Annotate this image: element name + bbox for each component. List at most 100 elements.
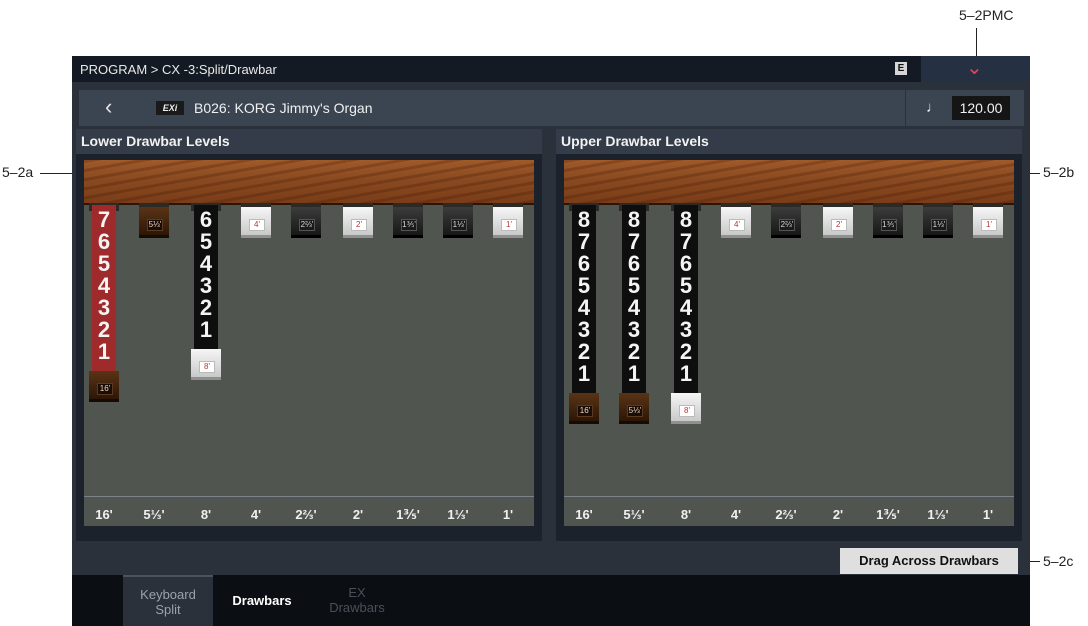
drawbar-knob[interactable]: 1⅓' (443, 207, 473, 238)
drawbar-number: 1 (199, 317, 213, 342)
tempo-box: ♩ 120.00 (905, 90, 1024, 126)
e-badge: E (895, 62, 907, 75)
drawbar-number: 7 (577, 229, 591, 254)
tempo-field[interactable]: 120.00 (952, 96, 1010, 120)
drawbar-number: 6 (577, 251, 591, 276)
callout-5-2a: 5–2a (2, 164, 34, 180)
wood-rail (84, 160, 534, 205)
footage-label: 2' (352, 507, 364, 522)
knob-footage-label: 1' (981, 219, 997, 231)
knob-footage-label: 5⅓' (147, 219, 163, 231)
drawbar-knob[interactable]: 5⅓' (619, 393, 649, 424)
drawbar-knob[interactable]: 2' (823, 207, 853, 238)
chevron-down-icon: ⌄ (966, 57, 983, 79)
callout-5-2pmc: 5–2PMC (959, 7, 1014, 23)
footage-label: 5⅓' (143, 507, 165, 522)
drawbar-number: 3 (577, 317, 591, 342)
drawbar-knob[interactable]: 5⅓' (139, 207, 169, 238)
knob-footage-label: 16' (577, 405, 593, 417)
program-name[interactable]: B026: KORG Jimmy's Organ (194, 100, 373, 116)
drawbar-knob[interactable]: 1' (493, 207, 523, 238)
drawbar-rod: 87654321 (674, 205, 698, 393)
drawbar-knob[interactable]: 2' (343, 207, 373, 238)
knob-footage-label: 16' (97, 383, 113, 395)
drawbar-number: 5 (97, 251, 111, 276)
tab-label-line2: Split (155, 602, 181, 617)
chevron-left-icon[interactable]: ‹ (105, 96, 112, 118)
upper-drawbar-panel: Upper Drawbar Levels 8 7 6 5 4 3 2 1 16' 8 7 6 5 4 3 2 1… (556, 129, 1022, 541)
callout-line-left (40, 173, 74, 174)
tab-drawbars[interactable]: Drawbars (217, 575, 307, 626)
drawbar-number: 2 (679, 339, 693, 364)
drawbar-rod: 7654321 (92, 205, 116, 371)
drawbar-knob[interactable]: 4' (241, 207, 271, 238)
knob-footage-label: 4' (729, 219, 745, 231)
drawbar-knob[interactable]: 1⅗' (393, 207, 423, 238)
drawbar-knob[interactable]: 2⅔' (771, 207, 801, 238)
drawbar-number: 7 (97, 207, 111, 232)
drag-across-drawbars-button[interactable]: Drag Across Drawbars (840, 548, 1018, 574)
drawbar-knob[interactable]: 4' (721, 207, 751, 238)
drawbar-knob[interactable]: 2⅔' (291, 207, 321, 238)
drawbar-knob[interactable]: 1' (973, 207, 1003, 238)
knob-footage-label: 8' (199, 361, 215, 373)
footage-label: 8' (680, 507, 692, 522)
drawbar-rod: 87654321 (572, 205, 596, 393)
drawbar-number: 1 (679, 361, 693, 386)
knob-footage-label: 2' (351, 219, 367, 231)
drawbar-number: 4 (577, 295, 591, 320)
screen: PROGRAM > CX -3:Split/Drawbar E ⌄ ‹ EXi … (72, 56, 1030, 626)
drawbar-number: 6 (97, 229, 111, 254)
footage-label: 8' (200, 507, 212, 522)
footage-label: 1' (502, 507, 514, 522)
drawbar-number: 2 (577, 339, 591, 364)
drawbar-number: 5 (679, 273, 693, 298)
drawbar-number: 4 (679, 295, 693, 320)
quarter-note-icon: ♩ (926, 99, 941, 116)
drawbar-number: 3 (199, 273, 213, 298)
footage-label: 1' (982, 507, 994, 522)
drawbar-knob[interactable]: 8' (671, 393, 701, 424)
drawbar-knob[interactable]: 1⅗' (873, 207, 903, 238)
footage-divider (564, 496, 1014, 497)
tab-ex-drawbars[interactable]: EX Drawbars (312, 575, 402, 626)
drawbar-number: 4 (627, 295, 641, 320)
drawbar-knob[interactable]: 16' (89, 371, 119, 402)
drawbar-rod: 87654321 (622, 205, 646, 393)
drawbar-number: 3 (679, 317, 693, 342)
drawbar-knob[interactable]: 16' (569, 393, 599, 424)
drawbar-number: 8 (679, 207, 693, 232)
upper-panel-title: Upper Drawbar Levels (556, 129, 1022, 154)
drawbar-rod: 654321 (194, 205, 218, 349)
drawbar-number: 7 (627, 229, 641, 254)
footage-label: 16' (575, 507, 593, 522)
footage-label: 2⅔' (775, 507, 797, 522)
knob-footage-label: 2' (831, 219, 847, 231)
page-menu-button[interactable]: ⌄ (921, 56, 1030, 82)
drawbar-number: 8 (627, 207, 641, 232)
drawbar-knob[interactable]: 1⅓' (923, 207, 953, 238)
drawbar-knob[interactable]: 8' (191, 349, 221, 380)
footage-label: 2⅔' (295, 507, 317, 522)
breadcrumb: PROGRAM > CX -3:Split/Drawbar (80, 62, 277, 77)
knob-footage-label: 1⅓' (931, 219, 947, 231)
drawbar-number: 6 (199, 207, 213, 232)
footage-label: 2' (832, 507, 844, 522)
knob-footage-label: 1⅗' (881, 219, 897, 231)
knob-footage-label: 2⅔' (299, 219, 315, 231)
drawbar-number: 5 (199, 229, 213, 254)
bottom-tab-bar: Keyboard Split Drawbars EX Drawbars (72, 575, 1030, 626)
upper-organ: 8 7 6 5 4 3 2 1 16' 8 7 6 5 4 3 2 1 5⅓' 8 7 6 5 4 3 2 1 8' 4' 2⅔' 2' 1… (564, 160, 1014, 526)
drawbar-number: 4 (199, 251, 213, 276)
drawbar-number: 6 (679, 251, 693, 276)
drawbar-number: 5 (627, 273, 641, 298)
footage-divider (84, 496, 534, 497)
drawbar-number: 1 (577, 361, 591, 386)
drawbar-number: 5 (577, 273, 591, 298)
footage-label: 4' (730, 507, 742, 522)
drawbar-number: 1 (627, 361, 641, 386)
knob-footage-label: 1⅗' (401, 219, 417, 231)
drawbar-number: 4 (97, 273, 111, 298)
tab-keyboard-split[interactable]: Keyboard Split (123, 575, 213, 626)
drawbar-number: 2 (627, 339, 641, 364)
